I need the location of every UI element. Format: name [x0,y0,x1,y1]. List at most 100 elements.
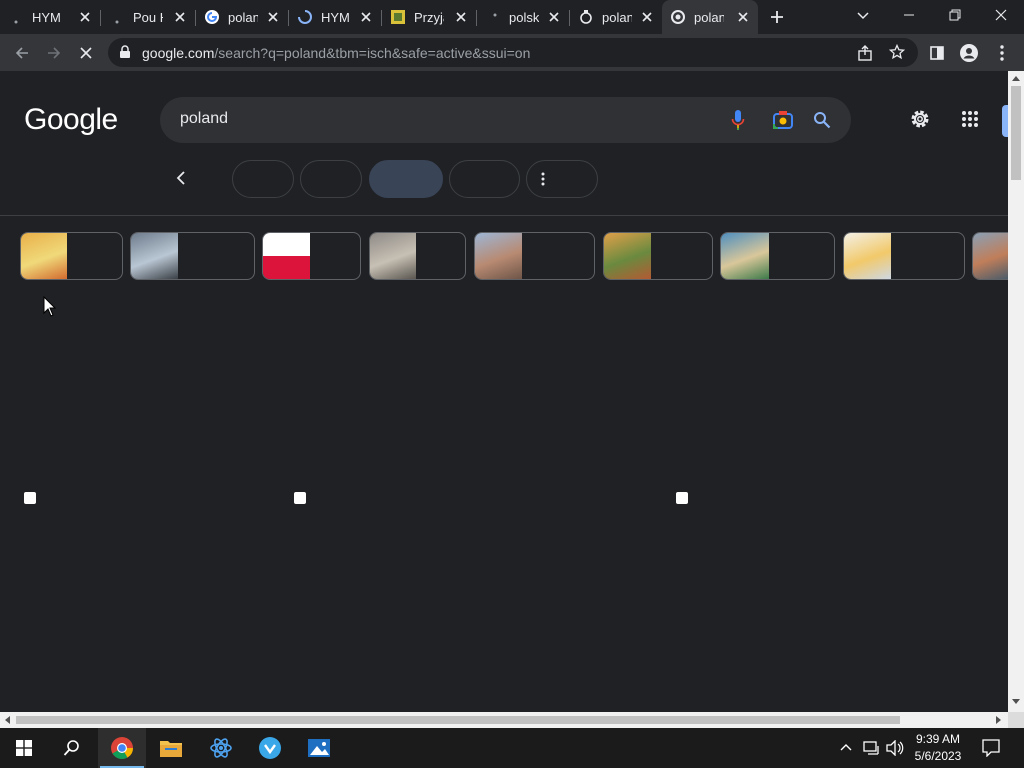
chevron-up-icon[interactable] [840,742,852,752]
related-search-card-square[interactable] [474,232,595,280]
new-tab-button[interactable] [758,2,796,32]
scroll-down-icon[interactable] [1012,699,1020,705]
close-tab-icon[interactable] [173,10,187,24]
system-clock[interactable]: 9:39 AM 5/6/2023 [906,731,970,765]
page-favicon-icon [578,9,594,25]
camera-lens-icon [773,111,793,129]
tab-4[interactable]: HYMI [289,0,381,34]
back-button[interactable] [10,41,34,65]
related-search-card-castle[interactable] [603,232,713,280]
close-tab-icon[interactable] [454,10,468,24]
browser-menu-button[interactable] [990,41,1014,65]
related-search-card-city[interactable] [130,232,255,280]
related-search-card-map-light[interactable] [843,232,965,280]
google-favicon-icon [204,9,220,25]
close-tab-icon[interactable] [359,10,373,24]
related-search-card-map[interactable] [20,232,123,280]
thumbnail-image [370,233,416,279]
scroll-left-icon[interactable] [4,716,10,724]
loading-spinner-icon [297,9,313,25]
thumbnail-image [973,233,1008,279]
search-icon [63,740,79,756]
tab-7[interactable]: polan [570,0,662,34]
close-tab-icon[interactable] [266,10,280,24]
address-bar[interactable]: google.com/search?q=poland&tbm=isch&safe… [108,38,918,67]
settings-button[interactable] [908,107,932,131]
thumbnail-image [721,233,769,279]
search-input[interactable]: poland [180,110,228,128]
taskbar-app[interactable] [246,728,294,768]
notification-icon[interactable] [982,739,1000,757]
thumbnail-image [844,233,891,279]
network-icon[interactable] [863,740,881,756]
close-tab-icon[interactable] [78,10,92,24]
url-path: /search?q=poland&tbm=isch&safe=active&ss… [214,45,531,61]
start-button[interactable] [0,728,48,768]
tab-8-active[interactable]: polan [662,0,758,34]
photos-icon [308,739,330,757]
google-logo[interactable]: Google [24,103,118,137]
close-window-button[interactable] [978,0,1024,30]
search-filter-chip[interactable] [449,160,520,198]
arrow-right-icon [48,47,61,59]
restore-icon [949,9,961,21]
close-tab-icon[interactable] [736,10,750,24]
tab-search-button[interactable] [840,0,886,30]
taskbar-search-button[interactable] [48,728,96,768]
volume-icon[interactable] [886,740,904,756]
tab-2[interactable]: Pou H [101,0,195,34]
related-search-card-harbor[interactable] [972,232,1008,280]
lock-icon[interactable] [119,45,131,59]
related-search-card-coast[interactable] [720,232,835,280]
thumbnail-image [604,233,651,279]
restore-button[interactable] [932,0,978,30]
taskbar-app[interactable] [197,728,245,768]
close-tab-icon[interactable] [640,10,654,24]
search-filter-chip-selected[interactable] [369,160,443,198]
search-box[interactable]: poland [160,97,851,143]
browser-toolbar: google.com/search?q=poland&tbm=isch&safe… [0,34,1024,71]
url-text[interactable]: google.com/search?q=poland&tbm=isch&safe… [142,45,530,61]
tab-title: HYMI [32,9,62,25]
tab-6[interactable]: polsk [477,0,569,34]
minimize-button[interactable] [886,0,932,30]
loading-placeholder [24,492,36,504]
folder-icon [160,741,182,757]
more-tools-chip[interactable] [526,160,598,198]
loading-placeholder [676,492,688,504]
taskbar-chrome[interactable] [98,728,146,768]
vertical-scroll-thumb[interactable] [1011,86,1021,180]
related-search-card-flag[interactable] [262,232,361,280]
taskbar-photos[interactable] [295,728,343,768]
url-host: google.com [142,45,215,61]
thumbnail-image [263,233,310,279]
share-icon[interactable] [857,45,873,61]
google-apps-button[interactable] [958,107,982,131]
tab-5[interactable]: Przyja [382,0,476,34]
scroll-up-icon[interactable] [1012,75,1020,81]
crest-favicon-icon [390,9,406,25]
search-filter-chip[interactable] [300,160,362,198]
avatar-icon [960,44,978,62]
bookmark-star-icon[interactable] [889,44,905,60]
tab-1[interactable]: HYMI [0,0,100,34]
stop-loading-button[interactable] [74,41,98,65]
scroll-right-icon[interactable] [996,716,1002,724]
side-panel-button[interactable] [925,41,949,65]
image-search-button[interactable] [771,108,795,132]
profile-button[interactable] [957,41,981,65]
forward-button[interactable] [42,41,66,65]
chips-scroll-left-button[interactable] [170,167,192,189]
tab-title: polan [602,9,632,25]
side-panel-icon [930,46,944,60]
taskbar-file-explorer[interactable] [147,728,195,768]
search-filter-chip[interactable] [232,160,294,198]
search-submit-button[interactable] [810,108,834,132]
related-search-card-church[interactable] [369,232,466,280]
windows-logo-icon [16,740,32,756]
horizontal-scroll-thumb[interactable] [16,716,900,724]
voice-search-button[interactable] [726,108,750,132]
close-tab-icon[interactable] [547,10,561,24]
search-icon [814,112,831,129]
tab-3[interactable]: polan [196,0,288,34]
